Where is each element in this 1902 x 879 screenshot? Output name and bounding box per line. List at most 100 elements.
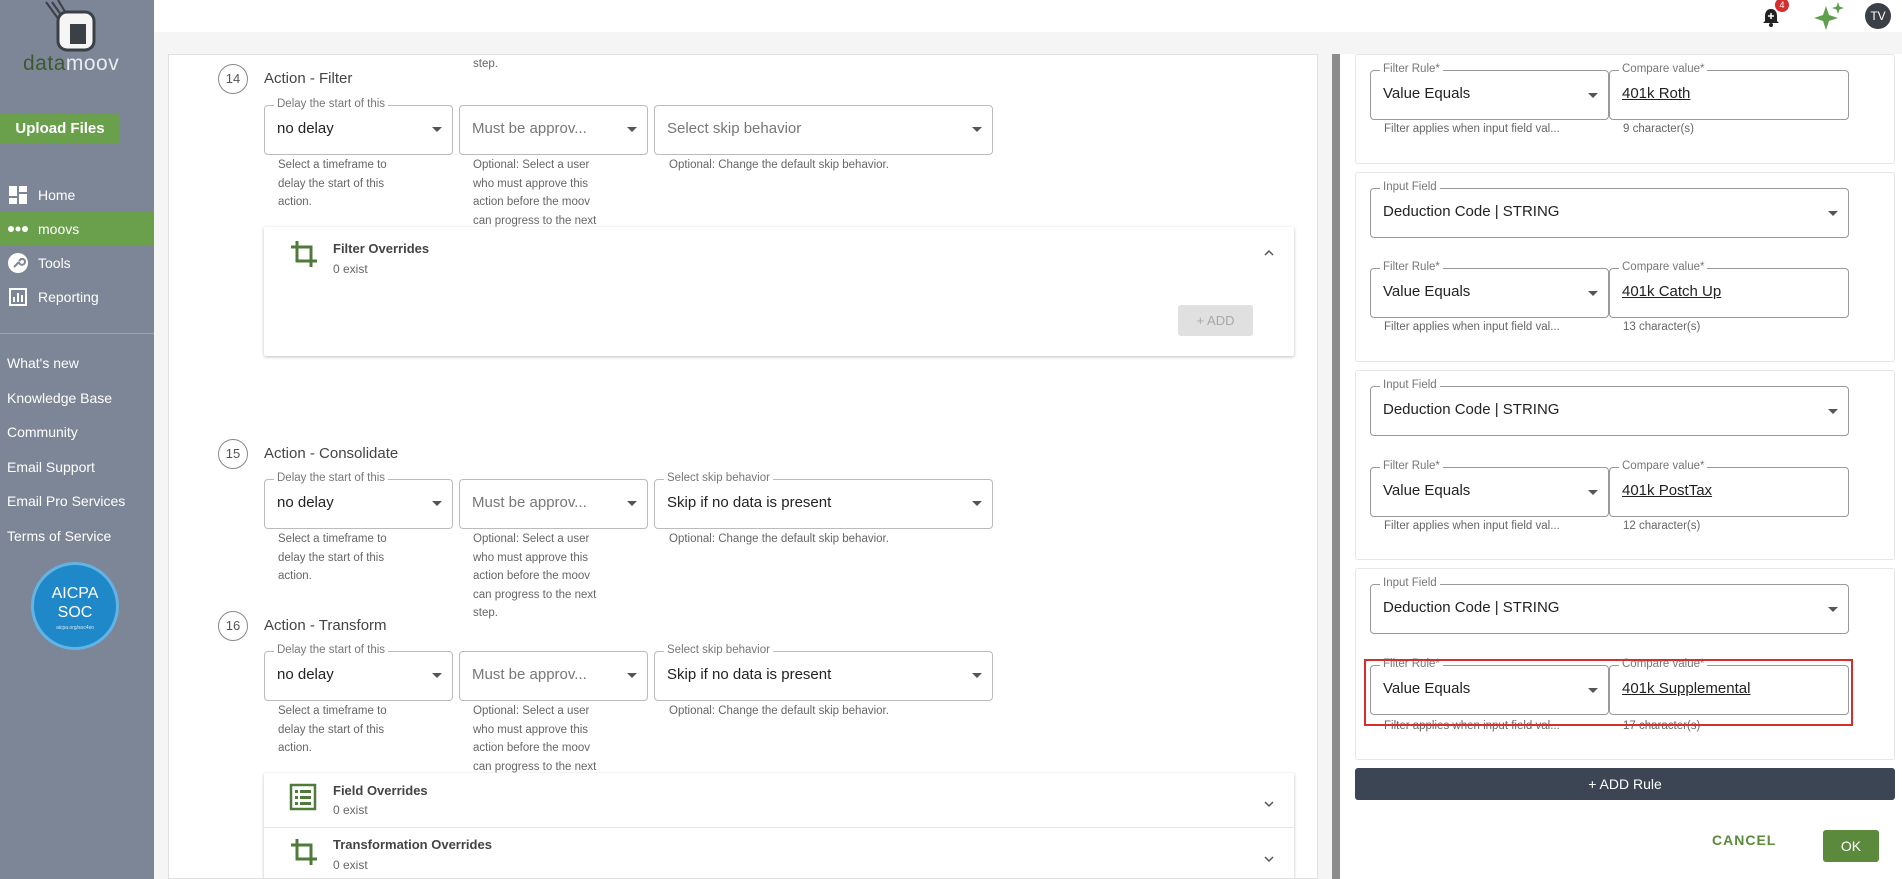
link-email-support[interactable]: Email Support	[7, 458, 125, 493]
step-number-14: 14	[218, 64, 248, 94]
char-count: 13 character(s)	[1623, 321, 1701, 333]
action-title-consolidate: Action - Consolidate	[264, 445, 399, 462]
crop-icon	[289, 239, 319, 269]
list-icon	[289, 783, 319, 813]
transform-overrides-panel: Field Overrides 0 exist Transformation O…	[264, 773, 1294, 878]
approver-placeholder: Must be approv...	[472, 666, 587, 683]
skip-select-15[interactable]: Select skip behavior Skip if no data is …	[654, 472, 993, 529]
dropdown-caret-icon	[1588, 490, 1598, 495]
crop-icon	[289, 837, 319, 867]
dropdown-caret-icon	[1588, 291, 1598, 296]
filter-overrides-title: Filter Overrides	[333, 241, 430, 256]
dropdown-caret-icon	[432, 127, 442, 132]
field-overrides-title[interactable]: Field Overrides	[333, 783, 428, 798]
dialog-scrollbar[interactable]	[1332, 54, 1340, 879]
filter-rule-select[interactable]: Filter Rule* Value Equals	[1370, 460, 1609, 517]
cancel-button[interactable]: CANCEL	[1712, 832, 1776, 848]
dropdown-caret-icon	[432, 501, 442, 506]
link-whats-new[interactable]: What's new	[7, 354, 125, 389]
filter-help: Filter applies when input field val...	[1384, 123, 1560, 135]
link-terms-of-service[interactable]: Terms of Service	[7, 527, 125, 562]
filter-help: Filter applies when input field val...	[1384, 520, 1560, 532]
approver-help: Optional: Select a user who must approve…	[473, 159, 597, 227]
dropdown-caret-icon	[1588, 93, 1598, 98]
delay-value: no delay	[277, 120, 334, 137]
ok-button[interactable]: OK	[1823, 830, 1879, 862]
input-field-select[interactable]: Input Field Deduction Code | STRING	[1370, 379, 1849, 436]
sidebar-item-reporting[interactable]: Reporting	[0, 280, 154, 314]
add-rule-button[interactable]: + ADD Rule	[1355, 768, 1895, 800]
dropdown-caret-icon	[627, 673, 637, 678]
chevron-up-icon[interactable]	[1264, 245, 1274, 256]
filter-help: Filter applies when input field val...	[1384, 321, 1560, 333]
skip-help: Optional: Change the default skip behavi…	[669, 705, 889, 717]
delay-label: Delay the start of this	[274, 644, 389, 656]
dropdown-caret-icon	[972, 501, 982, 506]
skip-select-14[interactable]: Select skip behavior	[654, 105, 993, 155]
input-field-select[interactable]: Input Field Deduction Code | STRING	[1370, 181, 1849, 238]
filter-overrides-panel: Filter Overrides 0 exist + ADD	[264, 227, 1294, 356]
user-avatar[interactable]: TV	[1865, 3, 1891, 29]
filter-rule-select[interactable]: Filter Rule* Value Equals	[1370, 63, 1609, 120]
add-filter-override-button[interactable]: + ADD	[1178, 305, 1253, 336]
dropdown-caret-icon	[1828, 409, 1838, 414]
sidebar-item-label: Tools	[38, 255, 71, 271]
chevron-down-icon[interactable]	[1264, 796, 1274, 808]
dropdown-caret-icon	[1828, 607, 1838, 612]
sidebar-item-label: moovs	[38, 221, 80, 237]
sidebar-nav: Home moovs Tools Reporting	[0, 178, 154, 314]
delay-value: no delay	[277, 494, 334, 511]
approver-help: Optional: Select a user who must approve…	[473, 533, 597, 619]
transformation-overrides-title[interactable]: Transformation Overrides	[333, 837, 492, 852]
skip-value: Skip if no data is present	[667, 494, 832, 511]
filter-rule-select[interactable]: Filter Rule* Value Equals	[1370, 261, 1609, 318]
approve-help-fragment: step.	[473, 58, 498, 70]
link-knowledge-base[interactable]: Knowledge Base	[7, 389, 125, 424]
skip-placeholder: Select skip behavior	[667, 120, 802, 137]
action-title-filter: Action - Filter	[264, 70, 353, 87]
sparkle-icon[interactable]	[1812, 2, 1846, 30]
link-email-pro-services[interactable]: Email Pro Services	[7, 492, 125, 527]
approver-placeholder: Must be approv...	[472, 494, 587, 511]
action-title-transform: Action - Transform	[264, 617, 387, 634]
skip-value: Skip if no data is present	[667, 666, 832, 683]
sidebar: datamoov Upload Files Home moovs Tools R…	[0, 0, 154, 879]
skip-label: Select skip behavior	[664, 644, 773, 656]
dropdown-caret-icon	[972, 673, 982, 678]
link-community[interactable]: Community	[7, 423, 125, 458]
soc-badge-line3: aicpa.org/soc4so	[56, 625, 94, 631]
delay-label: Delay the start of this	[274, 472, 389, 484]
delay-value: no delay	[277, 666, 334, 683]
dashboard-icon	[8, 185, 28, 205]
step-number-16: 16	[218, 611, 248, 641]
approver-select-16[interactable]: Must be approv...	[459, 651, 648, 701]
delay-select-16[interactable]: Delay the start of this no delay	[264, 644, 453, 701]
compare-value-input[interactable]: Compare value* 401k PostTax	[1609, 460, 1849, 517]
soc-badge-line1: AICPA	[51, 585, 99, 602]
delay-select-15[interactable]: Delay the start of this no delay	[264, 472, 453, 529]
dropdown-caret-icon	[972, 127, 982, 132]
sidebar-item-moovs[interactable]: moovs	[0, 212, 154, 246]
chevron-down-icon[interactable]	[1264, 851, 1274, 863]
input-field-select[interactable]: Input Field Deduction Code | STRING	[1370, 577, 1849, 634]
top-bar	[154, 0, 1902, 32]
sidebar-item-tools[interactable]: Tools	[0, 246, 154, 280]
compare-value-input[interactable]: Compare value* 401k Roth	[1609, 63, 1849, 120]
approver-placeholder: Must be approv...	[472, 120, 587, 137]
char-count: 12 character(s)	[1623, 520, 1701, 532]
skip-select-16[interactable]: Select skip behavior Skip if no data is …	[654, 644, 993, 701]
compare-value-input[interactable]: Compare value* 401k Catch Up	[1609, 261, 1849, 318]
wrench-icon	[8, 253, 28, 273]
approver-select-14[interactable]: Must be approv...	[459, 105, 648, 155]
upload-files-button[interactable]: Upload Files	[0, 114, 120, 144]
skip-help: Optional: Change the default skip behavi…	[669, 159, 889, 171]
approver-select-15[interactable]: Must be approv...	[459, 479, 648, 529]
dropdown-caret-icon	[627, 501, 637, 506]
datamoov-logo[interactable]: datamoov	[0, 0, 154, 80]
sidebar-item-home[interactable]: Home	[0, 178, 154, 212]
delay-select-14[interactable]: Delay the start of this no delay	[264, 98, 453, 155]
dropdown-caret-icon	[1828, 211, 1838, 216]
logo-text-data: data	[23, 52, 66, 75]
delay-help: Select a timeframe to delay the start of…	[278, 533, 387, 582]
transformation-overrides-count: 0 exist	[333, 858, 368, 872]
